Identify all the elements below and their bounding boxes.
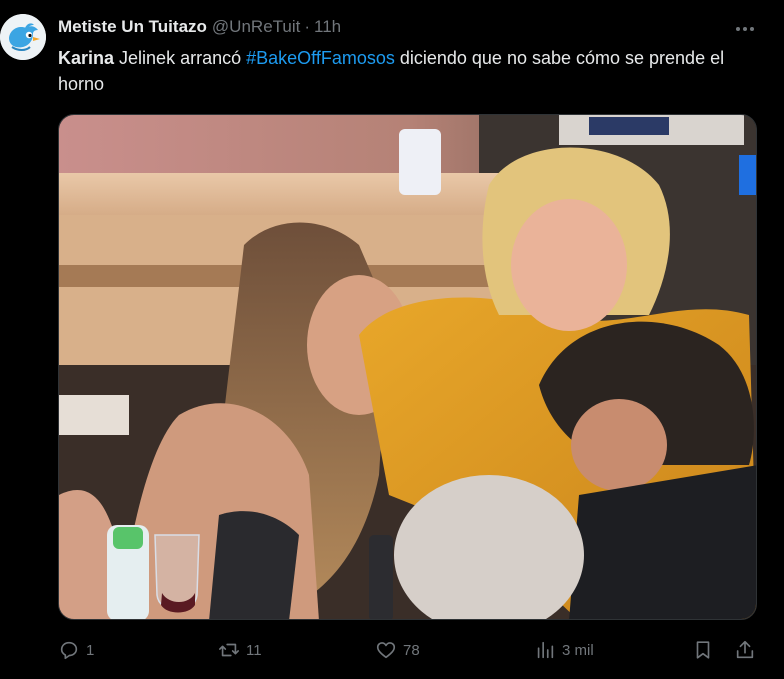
tweet[interactable]: Metiste Un Tuitazo @UnReTuit · 11h Karin… [0,0,784,679]
views-button[interactable]: 3 mil [534,634,594,666]
header-separator: · [304,17,311,36]
retweet-icon [218,639,240,661]
tweet-text-bold-name: Karina [58,48,115,68]
more-icon [735,19,755,37]
bookmark-button[interactable] [692,634,714,666]
reply-count: 1 [86,641,95,659]
bookmark-icon [692,639,714,661]
reply-icon [58,639,80,661]
bird-avatar-icon[interactable] [0,14,46,60]
views-chart-icon [534,639,556,661]
tv-scene-image [59,115,756,619]
like-button[interactable]: 78 [375,634,420,666]
tweet-timestamp[interactable]: 11h [314,17,341,37]
author-handle[interactable]: @UnReTuit [212,17,300,37]
author-display-name[interactable]: Metiste Un Tuitazo [58,17,207,37]
tweet-text-segment: Jelinek arrancó [114,48,247,68]
retweet-count: 11 [246,641,262,659]
more-options-button[interactable] [731,14,759,42]
like-count: 78 [403,641,420,659]
views-count: 3 mil [562,641,594,659]
reply-button[interactable]: 1 [58,634,94,666]
hashtag-link[interactable]: #BakeOffFamosos [246,48,395,68]
tweet-text: Karina Jelinek arrancó #BakeOffFamosos d… [58,45,758,97]
share-icon [734,639,756,661]
tweet-media-image[interactable] [58,114,757,620]
heart-icon [375,639,397,661]
retweet-button[interactable]: 11 [218,634,262,666]
tweet-actions: 1 11 78 3 mil [58,634,758,666]
share-button[interactable] [734,634,756,666]
tweet-header: Metiste Un Tuitazo @UnReTuit · 11h [58,16,341,38]
